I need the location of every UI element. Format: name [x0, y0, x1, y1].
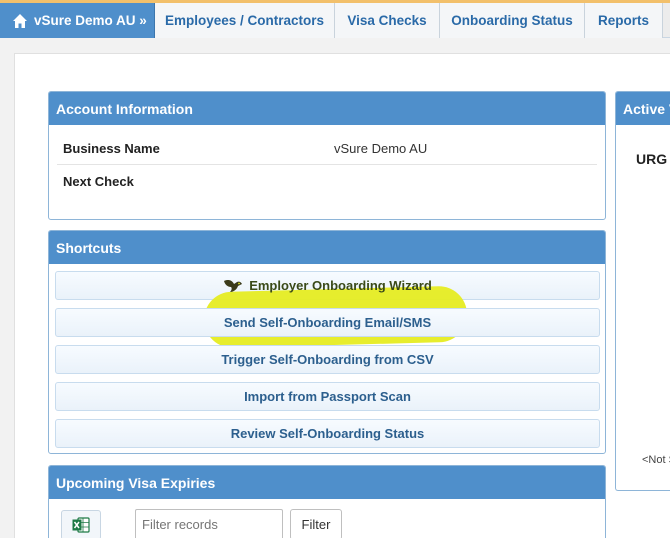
import-passport-scan-button[interactable]: Import from Passport Scan	[55, 382, 600, 411]
nav-home[interactable]: vSure Demo AU »	[0, 3, 155, 38]
filter-records-input[interactable]	[135, 509, 283, 538]
nav-onboarding-status[interactable]: Onboarding Status	[440, 3, 585, 38]
excel-icon	[72, 517, 90, 533]
top-nav: vSure Demo AU » Employees / Contractors …	[0, 0, 670, 38]
shortcuts-title: Shortcuts	[49, 231, 605, 264]
upcoming-visa-expiries-title: Upcoming Visa Expiries	[49, 466, 605, 499]
not-set-label: <Not S	[642, 454, 670, 466]
active-visas-panel: Active V URG <Not S	[615, 91, 670, 491]
export-excel-button[interactable]	[61, 510, 101, 538]
nav-reports[interactable]: Reports	[585, 3, 663, 38]
next-check-row: Next Check	[57, 165, 597, 198]
shortcuts-panel: Shortcuts Employer Onboarding Wizard Sen…	[48, 230, 606, 454]
filter-button[interactable]: Filter	[290, 509, 342, 538]
employer-onboarding-wizard-button[interactable]: Employer Onboarding Wizard	[55, 271, 600, 349]
account-information-panel: Account Information Business Name vSure …	[48, 91, 606, 220]
nav-home-label: vSure Demo AU »	[34, 13, 147, 28]
bird-icon	[224, 279, 243, 292]
business-name-row: Business Name vSure Demo AU	[57, 132, 597, 165]
nav-employees-contractors[interactable]: Employees / Contractors	[155, 3, 335, 38]
trigger-self-onboarding-csv-button[interactable]: Trigger Self-Onboarding from CSV	[55, 345, 600, 374]
wizard-label-wrap: Employer Onboarding Wizard	[223, 278, 432, 294]
home-icon	[13, 13, 27, 28]
business-name-label: Business Name	[63, 140, 160, 156]
urgent-label: URG	[636, 151, 668, 167]
review-self-onboarding-status-button[interactable]: Review Self-Onboarding Status	[55, 419, 600, 448]
employer-onboarding-wizard-label: Employer Onboarding Wizard	[249, 278, 432, 293]
upcoming-visa-expiries-panel: Upcoming Visa Expiries Filter	[48, 465, 606, 538]
business-name-value: vSure Demo AU	[334, 140, 428, 156]
account-information-title: Account Information	[49, 92, 605, 125]
active-panel-title: Active V	[616, 92, 670, 125]
next-check-label: Next Check	[63, 174, 134, 189]
nav-visa-checks[interactable]: Visa Checks	[335, 3, 440, 38]
send-self-onboarding-button[interactable]: Send Self-Onboarding Email/SMS	[55, 308, 600, 337]
